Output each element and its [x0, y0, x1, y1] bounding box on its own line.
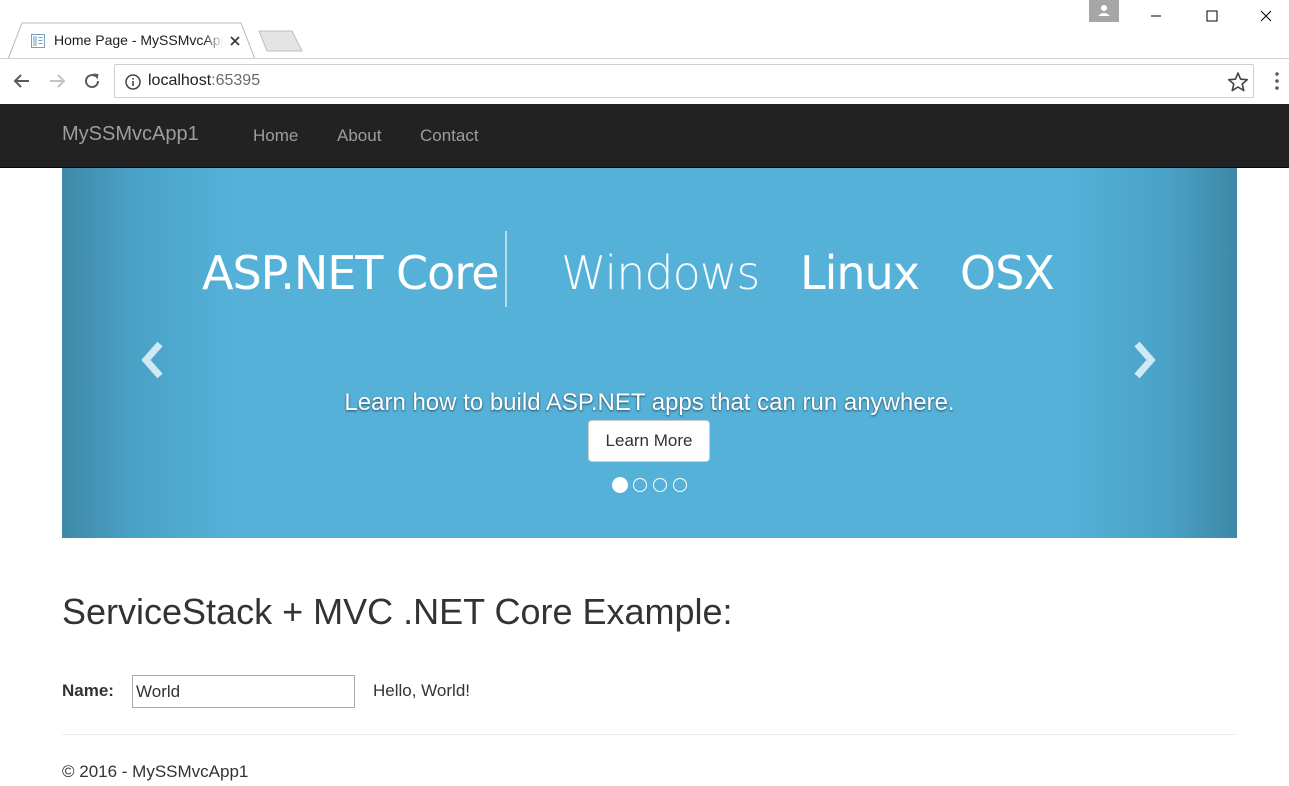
slide-word-windows: Windows	[561, 246, 760, 300]
minimize-icon	[1151, 15, 1161, 17]
slide-word-linux: Linux	[800, 246, 920, 300]
carousel-indicator-2[interactable]	[633, 478, 647, 492]
learn-more-button[interactable]: Learn More	[588, 420, 710, 462]
chevron-right-icon[interactable]	[1129, 340, 1159, 380]
slide-word-osx: OSX	[960, 246, 1055, 300]
info-icon[interactable]	[124, 73, 142, 91]
nav-link-about[interactable]: About	[337, 126, 381, 146]
profile-button[interactable]	[1089, 0, 1119, 22]
url-host: localhost	[148, 72, 212, 89]
carousel-indicator-1[interactable]	[612, 477, 628, 493]
reload-button[interactable]	[80, 69, 104, 93]
new-tab-button[interactable]	[258, 30, 304, 54]
forward-button[interactable]	[45, 69, 69, 93]
tab-title-fade	[204, 30, 224, 52]
nav-link-home[interactable]: Home	[253, 126, 298, 146]
menu-dots-icon[interactable]	[1270, 71, 1284, 91]
tab-close-icon[interactable]	[228, 34, 242, 48]
chevron-left-icon[interactable]	[138, 340, 168, 380]
reload-icon	[85, 73, 100, 89]
carousel-indicator-4[interactable]	[673, 478, 687, 492]
carousel: ASP.NET Core Windows Linux OSX Learn how…	[62, 168, 1237, 538]
footer-copyright: © 2016 - MySSMvcApp1	[62, 762, 249, 781]
minimize-button[interactable]	[1133, 0, 1179, 32]
url-text[interactable]: localhost:65395	[148, 72, 260, 90]
name-label: Name:	[62, 681, 114, 700]
bookmark-star-icon[interactable]	[1227, 71, 1249, 93]
brand-link[interactable]: MySSMvcApp1	[62, 123, 199, 146]
carousel-indicator-3[interactable]	[653, 478, 667, 492]
footer-divider	[62, 734, 1237, 735]
browser-tab[interactable]: Home Page - MySSMvcApp1	[8, 22, 256, 59]
tab-title: Home Page - MySSMvcApp1	[54, 32, 222, 48]
page-heading: ServiceStack + MVC .NET Core Example:	[62, 591, 733, 632]
browser-toolbar: localhost:65395	[0, 58, 1289, 104]
profile-icon	[1098, 5, 1110, 16]
slide-divider	[505, 231, 507, 307]
greeting-result: Hello, World!	[373, 681, 470, 700]
nav-link-contact[interactable]: Contact	[420, 126, 479, 146]
close-icon	[1260, 10, 1272, 22]
maximize-button[interactable]	[1189, 0, 1235, 32]
page-favicon-icon	[31, 34, 45, 48]
name-input[interactable]	[132, 675, 355, 708]
carousel-caption: Learn how to build ASP.NET apps that can…	[344, 389, 955, 416]
close-window-button[interactable]	[1243, 0, 1289, 32]
site-navbar: MySSMvcApp1 Home About Contact	[0, 104, 1289, 168]
arrow-right-icon	[50, 74, 66, 88]
back-button[interactable]	[10, 69, 34, 93]
slide-word-aspnet-core: ASP.NET Core	[202, 246, 500, 300]
browser-titlebar: Home Page - MySSMvcApp1	[0, 0, 1289, 59]
address-bar[interactable]: localhost:65395	[114, 64, 1254, 98]
maximize-icon	[1206, 10, 1218, 22]
url-port: :65395	[211, 72, 261, 89]
arrow-left-icon	[13, 74, 29, 88]
